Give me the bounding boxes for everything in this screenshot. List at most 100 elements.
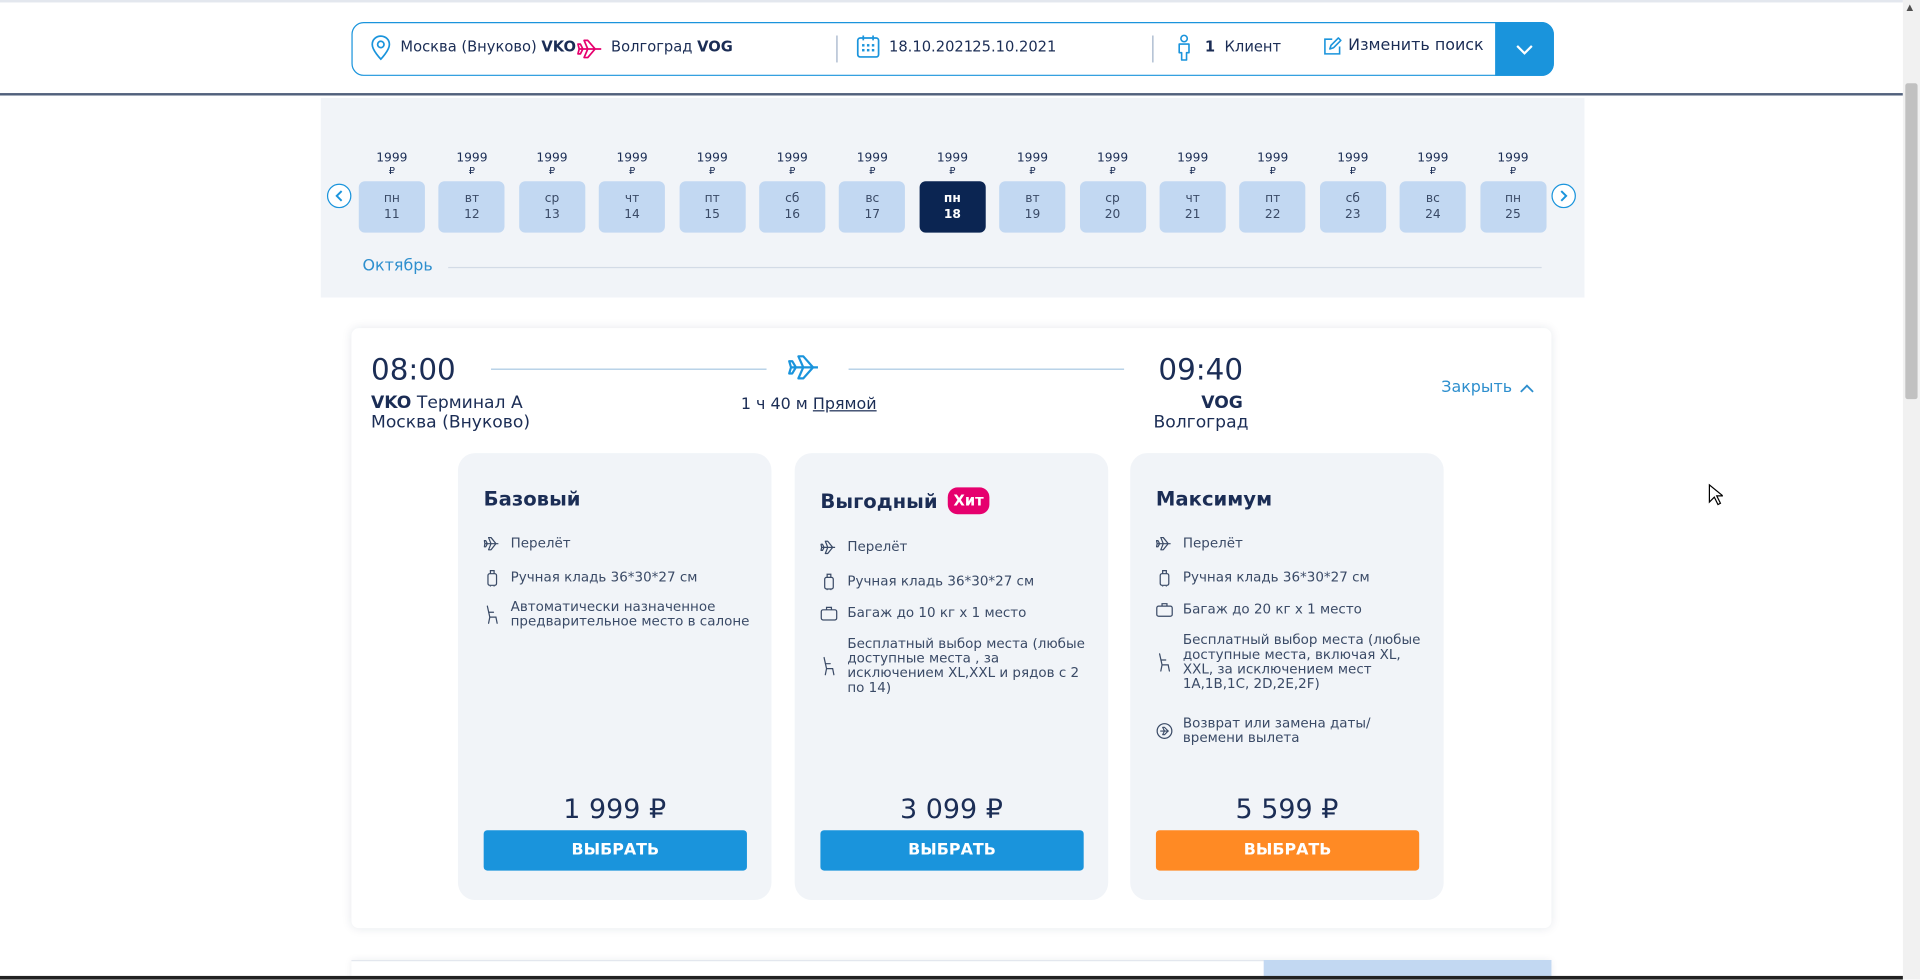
feature-text: Ручная кладь 36*30*27 см: [847, 573, 1035, 589]
calendar-day-22[interactable]: 1999 ₽ пт 22: [1239, 152, 1306, 233]
day-cell[interactable]: пн 18: [919, 181, 986, 233]
plane-icon: [788, 355, 818, 380]
day-cell[interactable]: вс 17: [839, 181, 906, 233]
day-cell[interactable]: чт 14: [599, 181, 666, 233]
tariff-price: 5 599 ₽: [1235, 794, 1339, 826]
day-cell[interactable]: пт 22: [1239, 181, 1306, 233]
weekday-label: чт: [1185, 192, 1200, 206]
tariff-feature: Бесплатный выбор места (любые доступные …: [1156, 632, 1425, 692]
feature-text: Перелёт: [510, 535, 571, 552]
search-summary-bar[interactable]: Москва (Внуково) VKO Волгоград VOG 18.10…: [351, 22, 1554, 76]
weekday-label: сб: [1345, 192, 1360, 206]
chevron-down-icon: [1516, 44, 1533, 55]
day-cell[interactable]: ср 13: [518, 181, 586, 233]
currency-sign: ₽: [468, 165, 476, 177]
weekday-label: вс: [865, 192, 880, 206]
day-cell[interactable]: пн 25: [1479, 181, 1547, 233]
day-number: 11: [384, 208, 400, 222]
select-tariff-button[interactable]: ВЫБРАТЬ: [1155, 830, 1420, 871]
currency-sign: ₽: [1429, 165, 1437, 177]
feature-text: Ручная кладь 36*30*27 см: [510, 569, 698, 586]
calendar-day-25[interactable]: 1999 ₽ пн 25: [1479, 152, 1547, 233]
date-to: 25.10.2021: [972, 37, 1057, 56]
calendar-day-21[interactable]: 1999 ₽ чт 21: [1159, 152, 1226, 233]
calendar-day-16[interactable]: 1999 ₽ сб 16: [759, 152, 826, 233]
plane-icon: [577, 39, 602, 59]
tariff-feature: Автоматически назначенное предварительно…: [484, 599, 753, 629]
day-cell[interactable]: пт 15: [679, 181, 746, 233]
day-number: 18: [943, 208, 961, 222]
day-cell[interactable]: вт 19: [999, 181, 1066, 233]
route-line: [491, 368, 767, 370]
select-tariff-button[interactable]: ВЫБРАТЬ: [820, 830, 1084, 871]
tariff-name: Базовый: [483, 487, 581, 511]
day-cell[interactable]: вс 24: [1399, 181, 1466, 233]
month-divider: [448, 266, 1542, 269]
calendar-icon: [856, 35, 880, 58]
day-number: 14: [624, 208, 640, 222]
weekday-label: сб: [785, 192, 800, 206]
scrollbar-thumb[interactable]: [1905, 83, 1918, 400]
tariff-feature: Ручная кладь 36*30*27 см: [1156, 569, 1425, 587]
passengers: 1 Клиент: [1204, 37, 1282, 56]
weekday-label: пт: [704, 192, 720, 206]
calendar-day-19[interactable]: 1999 ₽ вт 19: [999, 152, 1066, 233]
calendar-day-17[interactable]: 1999 ₽ вс 17: [839, 152, 906, 233]
calendar-day-23[interactable]: 1999 ₽ сб 23: [1319, 152, 1386, 233]
weekday-label: вс: [1425, 192, 1440, 206]
weekday-label: чт: [624, 192, 640, 206]
feature-icon: [1155, 536, 1173, 551]
calendar-day-11[interactable]: 1999 ₽ пн 11: [358, 152, 425, 233]
currency-sign: ₽: [1189, 165, 1196, 177]
day-cell[interactable]: чт 21: [1159, 181, 1226, 233]
day-cell[interactable]: вт 12: [438, 181, 505, 233]
expand-search-button[interactable]: [1495, 22, 1554, 76]
flight-type-link[interactable]: Прямой: [813, 396, 877, 414]
tariff-card-1: Базовый Перелёт Ручная кладь 36*30*27 см Ав…: [457, 453, 772, 901]
edit-search-link[interactable]: Изменить поиск: [1348, 37, 1484, 55]
calendar-day-24[interactable]: 1999 ₽ вс 24: [1399, 152, 1466, 233]
day-number: 24: [1425, 208, 1441, 222]
tariff-feature: Перелёт: [1155, 536, 1425, 551]
feature-icon: [1156, 569, 1173, 587]
calendar-day-13[interactable]: 1999 ₽ ср 13: [518, 152, 586, 233]
calendar-day-14[interactable]: 1999 ₽ чт 14: [599, 152, 666, 233]
weekday-label: ср: [1105, 192, 1120, 206]
day-cell[interactable]: сб 16: [759, 181, 826, 233]
close-details-button[interactable]: Закрыть: [1441, 378, 1534, 397]
select-tariff-button[interactable]: ВЫБРАТЬ: [483, 830, 747, 871]
feature-icon: [820, 606, 838, 621]
tariff-feature: Ручная кладь 36*30*27 см: [484, 569, 753, 587]
scroll-up-arrow[interactable]: ▲: [1907, 2, 1914, 12]
day-number: 20: [1104, 208, 1121, 222]
feature-text: Возврат или замена даты/времени вылета: [1182, 715, 1371, 746]
calendar-day-18[interactable]: 1999 ₽ пн 18: [919, 152, 986, 233]
calendar-day-15[interactable]: 1999 ₽ пт 15: [679, 152, 746, 233]
seat-icon: [823, 656, 835, 676]
day-cell[interactable]: сб 23: [1319, 181, 1386, 233]
day-cell[interactable]: пн 11: [358, 181, 425, 233]
tariff-feature: Ручная кладь 36*30*27 см: [820, 573, 1089, 591]
chevron-right-icon: [1560, 190, 1568, 202]
tariff-name: Выгодный Хит: [820, 487, 990, 515]
route-to: Волгоград VOG: [611, 37, 733, 56]
suitcase-icon: [820, 606, 838, 621]
edit-icon: [1324, 37, 1342, 55]
calendar-prev-button[interactable]: [326, 183, 352, 209]
suitcase-icon: [1156, 603, 1173, 617]
seat-icon: [1158, 653, 1171, 672]
month-label: Октябрь: [362, 257, 433, 276]
weekday-label: пн: [383, 192, 400, 206]
cabin-bag-icon: [487, 570, 498, 587]
day-cell[interactable]: ср 20: [1079, 181, 1146, 233]
calendar-day-20[interactable]: 1999 ₽ ср 20: [1079, 152, 1146, 233]
route-line: [848, 368, 1125, 370]
calendar-next-button[interactable]: [1551, 183, 1576, 209]
mouse-cursor-icon: [1708, 483, 1723, 506]
plane-icon: [1155, 536, 1171, 551]
tariff-price: 1 999 ₽: [563, 794, 667, 826]
divider: [836, 35, 838, 63]
arrival-time: 09:40: [1158, 352, 1244, 387]
calendar-day-12[interactable]: 1999 ₽ вт 12: [438, 152, 505, 233]
feature-icon: [484, 569, 501, 587]
